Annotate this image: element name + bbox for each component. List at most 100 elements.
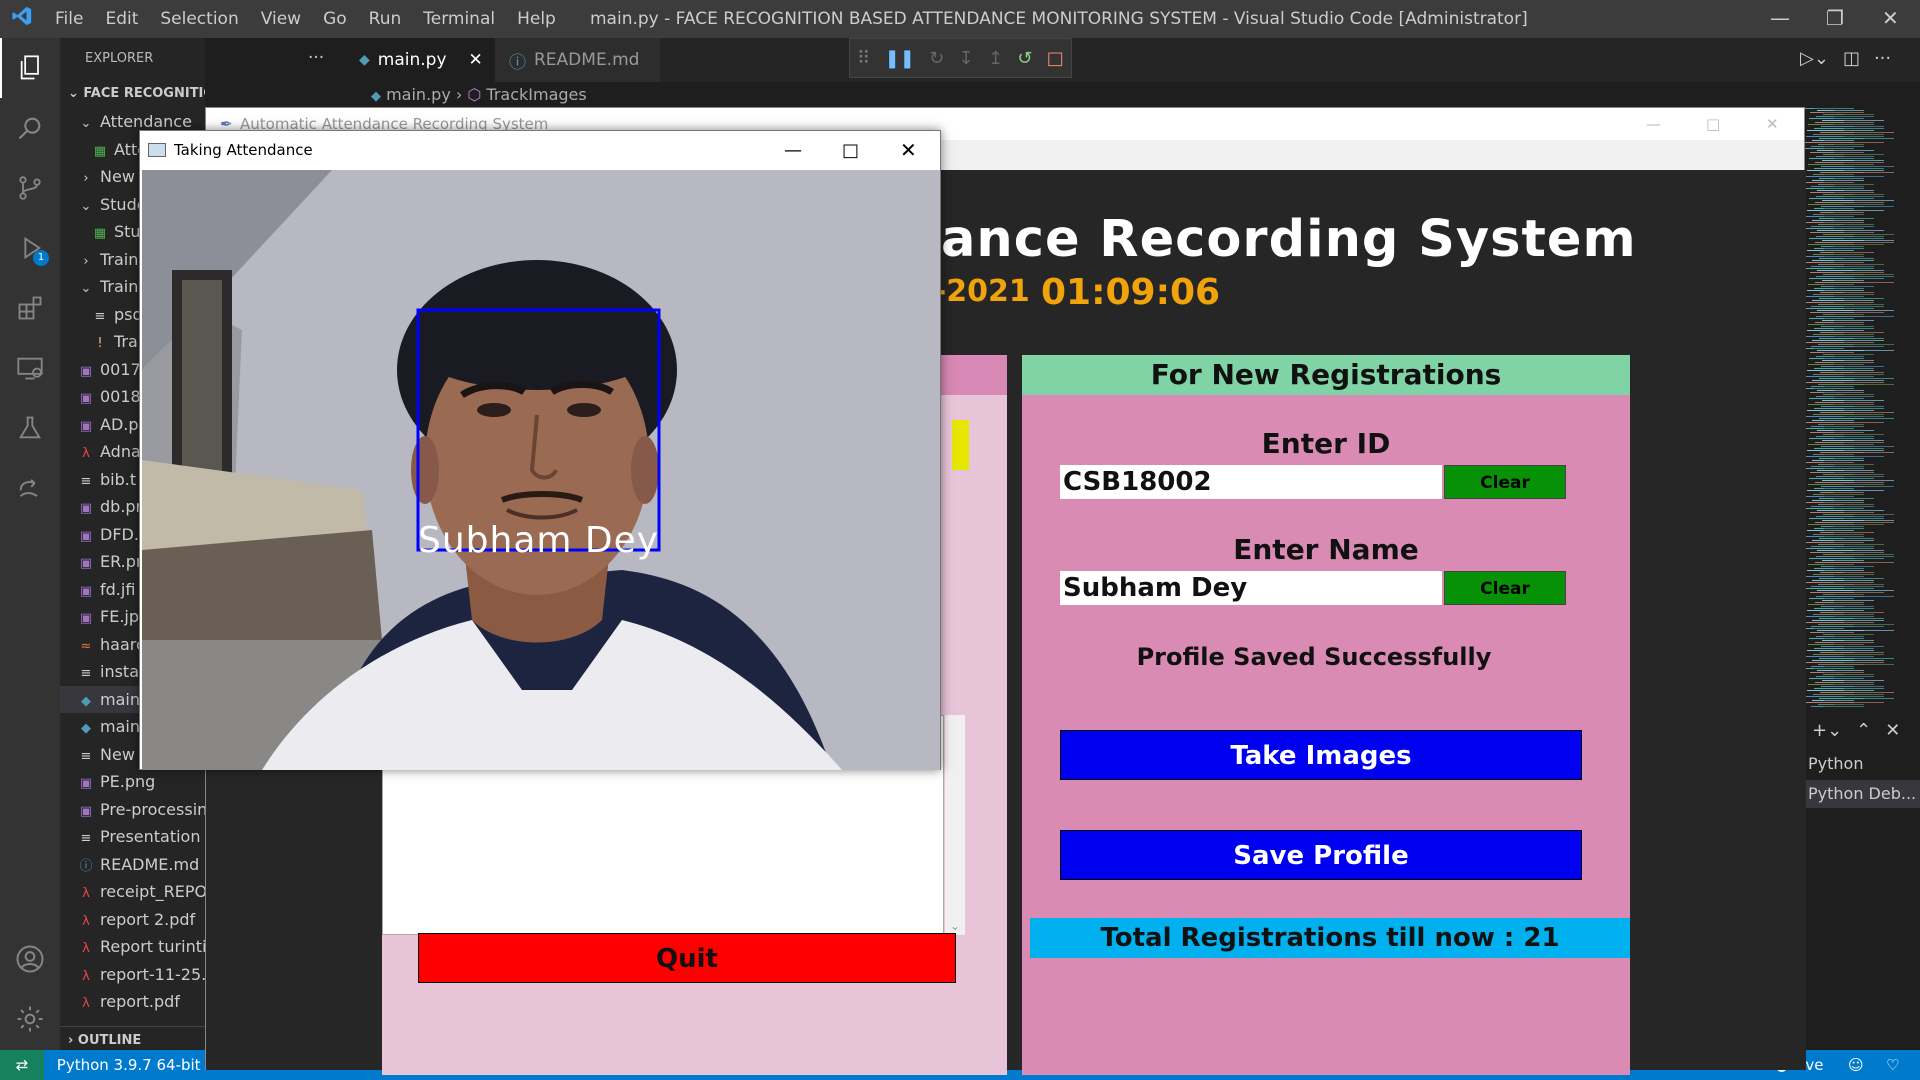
- tree-item[interactable]: ⓘ README.md: [60, 851, 205, 879]
- tree-item-label: README.md: [100, 854, 200, 874]
- minimap-line: [1806, 576, 1834, 577]
- minimap-line: [1807, 410, 1844, 411]
- id-input[interactable]: CSB18002: [1060, 465, 1442, 499]
- minimap-line: [1807, 330, 1834, 331]
- menu-item[interactable]: Selection: [160, 9, 238, 29]
- python-interpreter[interactable]: Python 3.9.7 64-bit: [57, 1056, 201, 1074]
- image-file-icon: ▣: [79, 776, 93, 791]
- run-debug-icon[interactable]: 1: [0, 218, 60, 278]
- run-icon[interactable]: ▷⌄: [1800, 48, 1829, 69]
- explorer-icon[interactable]: [0, 38, 60, 98]
- warning-file-icon: !: [97, 336, 103, 351]
- listbox-scrollbar[interactable]: ⌄: [945, 715, 965, 935]
- minimap-line: [1823, 114, 1844, 115]
- clear-name-button[interactable]: Clear: [1444, 571, 1566, 605]
- close-panel-icon[interactable]: ✕: [1885, 720, 1900, 741]
- minimize-icon[interactable]: —: [1770, 6, 1790, 30]
- menu-item[interactable]: File: [55, 9, 83, 29]
- python-file-icon: ◆: [81, 721, 91, 736]
- tree-item[interactable]: λ report-11-25.p: [60, 961, 205, 989]
- name-input[interactable]: Subham Dey: [1060, 571, 1442, 605]
- tab-close-icon[interactable]: ✕: [469, 50, 483, 70]
- stop-icon[interactable]: □: [1047, 48, 1064, 69]
- take-attendance-button[interactable]: [952, 420, 969, 470]
- pause-icon[interactable]: ❚❚: [885, 48, 915, 69]
- scroll-down-icon[interactable]: ⌄: [945, 919, 965, 933]
- terminal-item-python-debug[interactable]: Python Deb...: [1800, 780, 1920, 808]
- menu-item[interactable]: View: [261, 9, 301, 29]
- drag-handle-icon[interactable]: ⠿: [857, 48, 870, 69]
- save-profile-button[interactable]: Save Profile: [1060, 830, 1582, 880]
- info-icon: ⓘ: [79, 858, 93, 874]
- tree-item-label: Adna: [100, 442, 141, 461]
- camera-window-title: Taking Attendance: [174, 141, 313, 159]
- minimap-line: [1808, 164, 1844, 165]
- add-terminal-icon[interactable]: +⌄: [1812, 720, 1842, 741]
- app-minimize-icon[interactable]: —: [1646, 108, 1661, 140]
- webcam-feed: Subham Dey: [142, 170, 940, 770]
- tree-item[interactable]: ▣ PE.png: [60, 768, 205, 796]
- tree-item[interactable]: λ report.pdf: [60, 988, 205, 1016]
- camera-maximize-icon[interactable]: □: [842, 140, 859, 161]
- quit-button[interactable]: Quit: [418, 933, 956, 983]
- take-images-button[interactable]: Take Images: [1060, 730, 1582, 780]
- step-over-icon[interactable]: ↻: [929, 48, 944, 69]
- tree-item[interactable]: ≡ Presentation o: [60, 823, 205, 851]
- testing-icon[interactable]: [0, 398, 60, 458]
- minimap-line: [1806, 536, 1864, 537]
- tree-item[interactable]: λ report 2.pdf: [60, 906, 205, 934]
- recognized-name-label: Subham Dey: [418, 520, 660, 561]
- explorer-more-icon[interactable]: ···: [308, 48, 324, 68]
- clear-id-button[interactable]: Clear: [1444, 465, 1566, 499]
- app-maximize-icon[interactable]: □: [1706, 108, 1720, 140]
- feedback-icon[interactable]: ☺: [1848, 1050, 1864, 1080]
- source-control-icon[interactable]: [0, 158, 60, 218]
- settings-gear-icon[interactable]: [0, 989, 60, 1049]
- close-icon[interactable]: ✕: [1882, 6, 1899, 30]
- menu-item[interactable]: Edit: [105, 9, 138, 29]
- step-into-icon[interactable]: ↧: [959, 48, 974, 69]
- remote-icon[interactable]: ⇄: [0, 1050, 44, 1080]
- step-out-icon[interactable]: ↥: [988, 48, 1003, 69]
- remote-explorer-icon[interactable]: [0, 338, 60, 398]
- restart-icon[interactable]: ↺: [1017, 48, 1032, 69]
- tree-item[interactable]: λ receipt_REPOR: [60, 878, 205, 906]
- minimap-line: [1808, 204, 1884, 205]
- restore-icon[interactable]: ❐: [1826, 6, 1844, 30]
- search-icon[interactable]: [0, 98, 60, 158]
- menu-item[interactable]: Run: [369, 9, 402, 29]
- tab-main-py[interactable]: ◆ main.py ✕: [345, 38, 495, 82]
- camera-minimize-icon[interactable]: —: [784, 140, 802, 161]
- minimap-line: [1810, 112, 1864, 113]
- minimap-line: [1821, 286, 1874, 287]
- terminal-item-python[interactable]: Python: [1808, 754, 1863, 773]
- minimap-line: [1819, 498, 1874, 499]
- camera-close-icon[interactable]: ✕: [900, 138, 917, 162]
- minimap-line: [1814, 568, 1834, 569]
- menu-item[interactable]: Go: [323, 9, 347, 29]
- extensions-icon[interactable]: [0, 278, 60, 338]
- breadcrumb-file[interactable]: main.py: [386, 85, 451, 104]
- account-icon[interactable]: [0, 929, 60, 989]
- project-folder[interactable]: ⌄ FACE RECOGNITION BASED ATTENDA...: [60, 80, 205, 108]
- tab-readme[interactable]: ⓘ README.md: [495, 38, 660, 82]
- tree-item-label: Traini: [100, 277, 143, 296]
- live-share-icon[interactable]: [0, 458, 60, 518]
- minimap-line: [1821, 486, 1864, 487]
- maximize-panel-icon[interactable]: ⌃: [1856, 720, 1871, 741]
- tree-item[interactable]: λ Report turintin: [60, 933, 205, 961]
- split-editor-icon[interactable]: ◫: [1843, 48, 1860, 69]
- more-actions-icon[interactable]: ···: [1874, 48, 1891, 69]
- menu-item[interactable]: Help: [517, 9, 556, 29]
- minimap-line: [1816, 516, 1854, 517]
- pdf-file-icon: λ: [82, 886, 90, 901]
- minimap-line: [1822, 200, 1894, 201]
- menu-item[interactable]: Terminal: [423, 9, 495, 29]
- tree-item[interactable]: ▣ Pre-processing: [60, 796, 205, 824]
- minimap[interactable]: [1800, 108, 1910, 708]
- outline-section[interactable]: › OUTLINE: [60, 1026, 205, 1050]
- app-close-icon[interactable]: ✕: [1766, 108, 1779, 140]
- breadcrumb-symbol[interactable]: TrackImages: [486, 85, 586, 104]
- chevron-right-icon: ›: [455, 85, 468, 104]
- notifications-icon[interactable]: ♡: [1886, 1050, 1899, 1080]
